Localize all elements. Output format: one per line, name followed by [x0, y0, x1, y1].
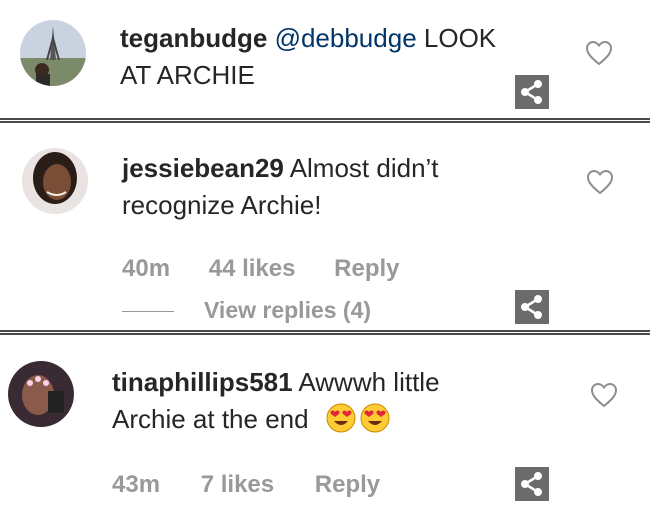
comment-item: teganbudge @debbudge LOOK AT ARCHIE	[0, 0, 650, 118]
comment-username[interactable]: jessiebean29	[122, 153, 284, 183]
likes-count[interactable]: 7 likes	[201, 471, 274, 498]
avatar[interactable]	[22, 148, 88, 214]
comment-time: 43m	[112, 471, 161, 498]
comment-meta: 43m 7 likes Reply	[112, 471, 410, 499]
comment-item: jessiebean29 Almost didn’t recognize Arc…	[0, 123, 650, 330]
share-icon	[521, 80, 542, 104]
likes-count[interactable]: 44 likes	[209, 255, 296, 282]
share-button[interactable]	[515, 75, 549, 109]
comment-item: tinaphillips581 Awwwh little Archie at t…	[0, 335, 650, 511]
share-button[interactable]	[515, 467, 549, 501]
comment-body: Awwwh little	[298, 367, 440, 397]
comment-text: tinaphillips581 Awwwh little Archie at t…	[112, 364, 542, 438]
comment-body: Almost didn’t	[289, 153, 439, 183]
comment-body: AT ARCHIE	[120, 60, 255, 90]
comment-meta: 40m 44 likes Reply	[122, 255, 430, 283]
avatar[interactable]	[8, 361, 74, 427]
share-button[interactable]	[515, 290, 549, 324]
comment-body: LOOK	[423, 23, 497, 53]
heart-eyes-emoji	[360, 403, 390, 433]
comment-text: jessiebean29 Almost didn’t recognize Arc…	[122, 150, 542, 224]
heart-outline-icon[interactable]	[585, 40, 613, 66]
comment-text: teganbudge @debbudge LOOK AT ARCHIE	[120, 20, 550, 94]
comment-body: Archie at the end	[112, 404, 309, 434]
view-replies[interactable]: View replies (4)	[122, 297, 371, 324]
comment-body: recognize Archie!	[122, 190, 322, 220]
comment-username[interactable]: teganbudge	[120, 23, 267, 53]
mention-link[interactable]: @debbudge	[275, 23, 417, 53]
heart-outline-icon[interactable]	[586, 169, 614, 195]
heart-outline-icon[interactable]	[590, 382, 618, 408]
divider-line	[122, 311, 174, 313]
view-replies-label[interactable]: View replies (4)	[204, 297, 371, 323]
heart-eyes-emoji	[326, 403, 356, 433]
reply-button[interactable]: Reply	[315, 471, 380, 498]
comment-username[interactable]: tinaphillips581	[112, 367, 293, 397]
share-icon	[521, 472, 542, 496]
reply-button[interactable]: Reply	[334, 255, 399, 282]
comment-time: 40m	[122, 255, 171, 282]
avatar[interactable]	[20, 20, 86, 86]
share-icon	[521, 295, 542, 319]
